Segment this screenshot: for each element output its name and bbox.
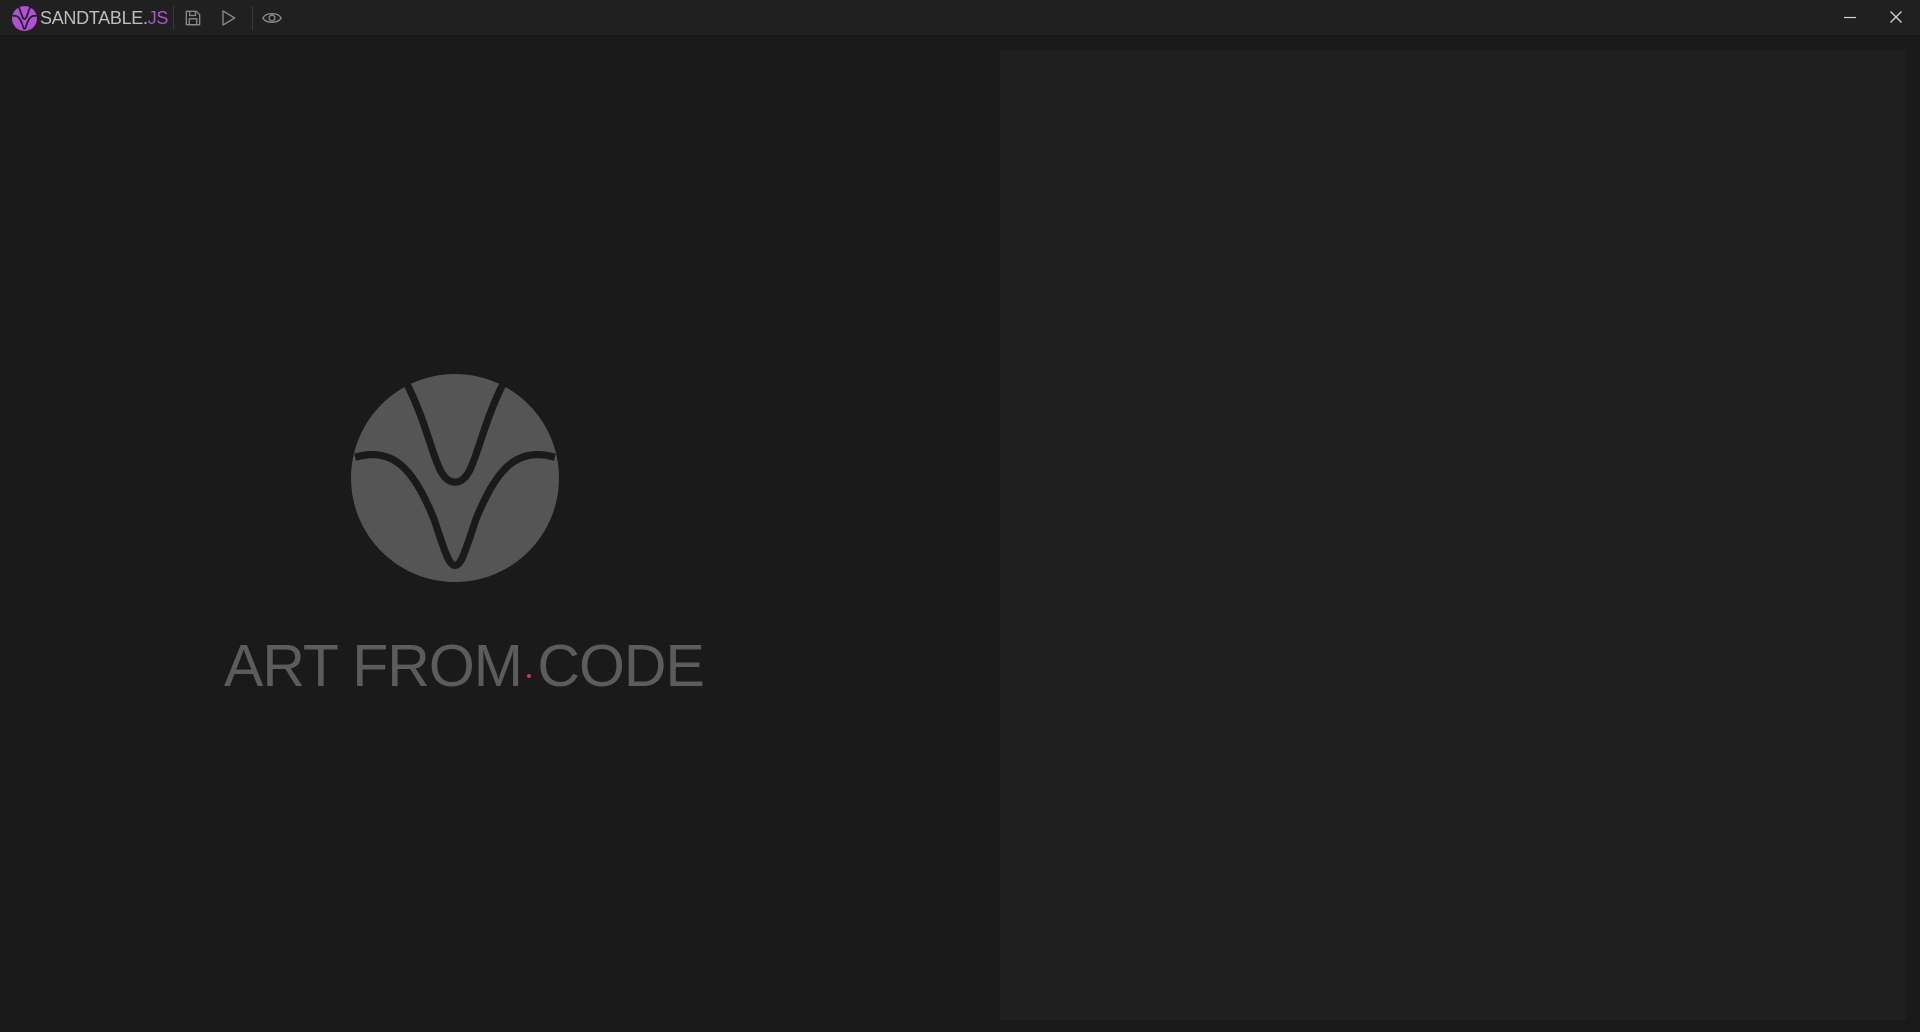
preview-toggle-button[interactable] (258, 4, 286, 32)
run-button[interactable] (214, 4, 242, 32)
toolbar-divider (173, 6, 174, 30)
toolbar-divider (252, 6, 253, 30)
splash-screen: ART FROM CODE (224, 374, 705, 704)
close-icon (1890, 11, 1902, 23)
brand-name: SANDTABLE (40, 8, 143, 28)
app-window: SANDTABLE.JS ART FROM CODE (0, 0, 1920, 1032)
brand-logo-icon (12, 5, 37, 31)
save-button[interactable] (179, 4, 207, 32)
save-icon (185, 10, 201, 26)
brand-extension: JS (147, 8, 169, 28)
minimize-icon (1844, 16, 1856, 19)
brand: SANDTABLE.JS (12, 5, 168, 31)
play-icon (222, 10, 236, 26)
splash-tagline: ART FROM CODE (224, 633, 705, 699)
brand-title: SANDTABLE.JS (40, 5, 168, 31)
close-button[interactable] (1876, 2, 1916, 32)
title-bar: SANDTABLE.JS (0, 0, 1920, 36)
eye-icon (262, 12, 282, 24)
editor-pane[interactable]: ART FROM CODE (0, 36, 998, 1032)
preview-panel[interactable] (1000, 50, 1906, 1020)
sandtable-logo-icon (351, 374, 559, 582)
minimize-button[interactable] (1830, 2, 1870, 32)
text-cursor (527, 674, 531, 678)
